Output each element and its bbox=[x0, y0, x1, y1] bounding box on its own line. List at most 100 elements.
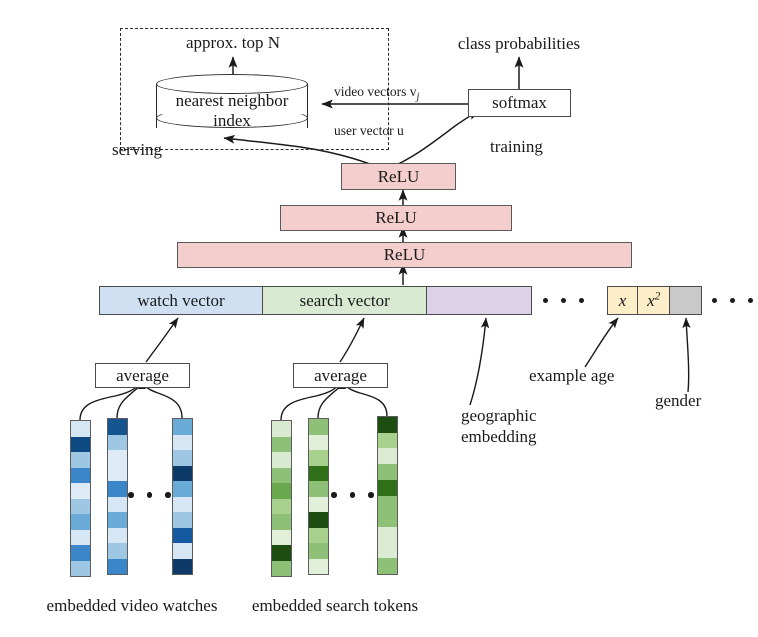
feature-bar-ellipsis-right bbox=[712, 298, 753, 303]
embedding-cell bbox=[173, 465, 192, 481]
embedding-cell bbox=[378, 464, 397, 480]
embedding-cell bbox=[309, 527, 328, 543]
average-box-watch[interactable]: average bbox=[95, 363, 190, 388]
embedding-cell bbox=[309, 496, 328, 512]
embedding-cell bbox=[108, 481, 127, 497]
embedding-cell bbox=[108, 543, 127, 559]
search-vector-label: search vector bbox=[299, 290, 390, 310]
arrow-average-search-to-featbar bbox=[339, 317, 365, 363]
geographic-embedding-line2: embedding bbox=[461, 427, 537, 447]
average-search-label: average bbox=[314, 365, 367, 385]
dot bbox=[146, 492, 152, 498]
index-label-line1: nearest neighbor bbox=[175, 91, 289, 110]
example-age-annotation: example age bbox=[529, 366, 615, 385]
nearest-neighbor-index-label: nearest neighbor index bbox=[156, 91, 308, 130]
dot bbox=[368, 492, 374, 498]
embedding-cell bbox=[309, 434, 328, 450]
softmax-box[interactable]: softmax bbox=[468, 89, 571, 117]
embedding-cell bbox=[378, 432, 397, 449]
embedding-cell bbox=[309, 543, 328, 559]
embedding-cell bbox=[108, 434, 127, 450]
embedding-cell bbox=[71, 467, 90, 483]
embedding-cell bbox=[173, 434, 192, 450]
arrow-watch-col2-to-average bbox=[116, 382, 142, 419]
embedding-cell bbox=[378, 417, 397, 433]
feature-segment-watch-vector[interactable]: watch vector bbox=[99, 286, 263, 315]
dot bbox=[748, 298, 753, 303]
dot bbox=[712, 298, 717, 303]
geographic-embedding-annotation: geographic embedding bbox=[461, 405, 537, 448]
feature-segment-example-age-x-squared[interactable]: x2 bbox=[636, 286, 671, 315]
embedding-cell bbox=[272, 529, 291, 545]
average-watch-label: average bbox=[116, 365, 169, 385]
arrow-gender bbox=[682, 317, 691, 393]
search-embedding-ellipsis bbox=[331, 492, 374, 498]
arrow-geographic-embedding bbox=[469, 317, 490, 406]
embedding-cell bbox=[71, 514, 90, 530]
embedding-cell bbox=[272, 483, 291, 499]
embedding-cell bbox=[272, 467, 291, 483]
user-vector-label: user vector u bbox=[334, 123, 404, 138]
feature-segment-gender[interactable] bbox=[669, 286, 703, 315]
embedding-cell bbox=[272, 514, 291, 530]
softmax-label: softmax bbox=[492, 93, 547, 112]
search-embedding-column-1 bbox=[271, 420, 292, 577]
relu-bottom-label: ReLU bbox=[383, 245, 426, 264]
class-probabilities-label: class probabilities bbox=[457, 34, 581, 53]
embedding-cell bbox=[173, 450, 192, 466]
embedding-cell bbox=[378, 558, 397, 575]
embedding-cell bbox=[309, 419, 328, 435]
embedding-cell bbox=[108, 450, 127, 466]
index-label-line2: index bbox=[213, 110, 251, 130]
embedding-cell bbox=[173, 543, 192, 559]
feature-bar-ellipsis-left bbox=[543, 298, 584, 303]
serving-label: serving bbox=[112, 140, 163, 159]
feature-segment-geographic-embedding[interactable] bbox=[426, 286, 533, 315]
embedding-cell bbox=[108, 512, 127, 528]
embedding-cell bbox=[108, 419, 127, 435]
embedding-cell bbox=[378, 526, 397, 543]
dot bbox=[543, 298, 548, 303]
dot bbox=[128, 492, 134, 498]
gender-annotation: gender bbox=[655, 391, 702, 410]
embedding-cell bbox=[71, 529, 90, 545]
feature-segment-example-age-x[interactable]: x bbox=[607, 286, 638, 315]
embedding-cell bbox=[272, 436, 291, 452]
relu-top-label: ReLU bbox=[377, 166, 420, 186]
embedding-cell bbox=[309, 512, 328, 528]
embedding-cell bbox=[108, 465, 127, 481]
embedding-cell bbox=[173, 512, 192, 528]
dot bbox=[730, 298, 735, 303]
relu-layer-top[interactable]: ReLU bbox=[341, 163, 456, 190]
arrow-average-watch-to-featbar bbox=[145, 317, 179, 363]
search-embedding-column-3 bbox=[377, 416, 398, 575]
search-embedding-column-2 bbox=[308, 418, 329, 575]
embedding-cell bbox=[71, 436, 90, 452]
embedding-cell bbox=[173, 527, 192, 543]
embedding-cell bbox=[378, 448, 397, 465]
arrow-search-col1-to-average bbox=[280, 382, 341, 421]
watch-vector-label: watch vector bbox=[137, 290, 225, 310]
embedding-cell bbox=[108, 558, 127, 574]
embedding-cell bbox=[309, 558, 328, 574]
relu-layer-bottom[interactable]: ReLU bbox=[177, 242, 632, 268]
embedding-cell bbox=[272, 452, 291, 468]
geographic-embedding-line1: geographic bbox=[461, 406, 537, 425]
embedding-cell bbox=[71, 421, 90, 437]
video-vectors-text: video vectors v bbox=[334, 84, 417, 99]
embedding-cell bbox=[71, 483, 90, 499]
relu-layer-middle[interactable]: ReLU bbox=[280, 205, 512, 231]
nearest-neighbor-index-cylinder: nearest neighbor index bbox=[156, 74, 308, 138]
average-box-search[interactable]: average bbox=[293, 363, 388, 388]
watch-embedding-ellipsis bbox=[128, 492, 171, 498]
feature-segment-search-vector[interactable]: search vector bbox=[261, 286, 428, 315]
embedding-cell bbox=[173, 419, 192, 435]
embedding-cell bbox=[71, 545, 90, 561]
dot bbox=[349, 492, 355, 498]
embedding-cell bbox=[173, 558, 192, 574]
training-label: training bbox=[490, 137, 543, 156]
embedding-cell bbox=[378, 511, 397, 527]
embedding-cell bbox=[173, 496, 192, 512]
embedding-cell bbox=[108, 527, 127, 543]
embedding-cell bbox=[309, 465, 328, 481]
